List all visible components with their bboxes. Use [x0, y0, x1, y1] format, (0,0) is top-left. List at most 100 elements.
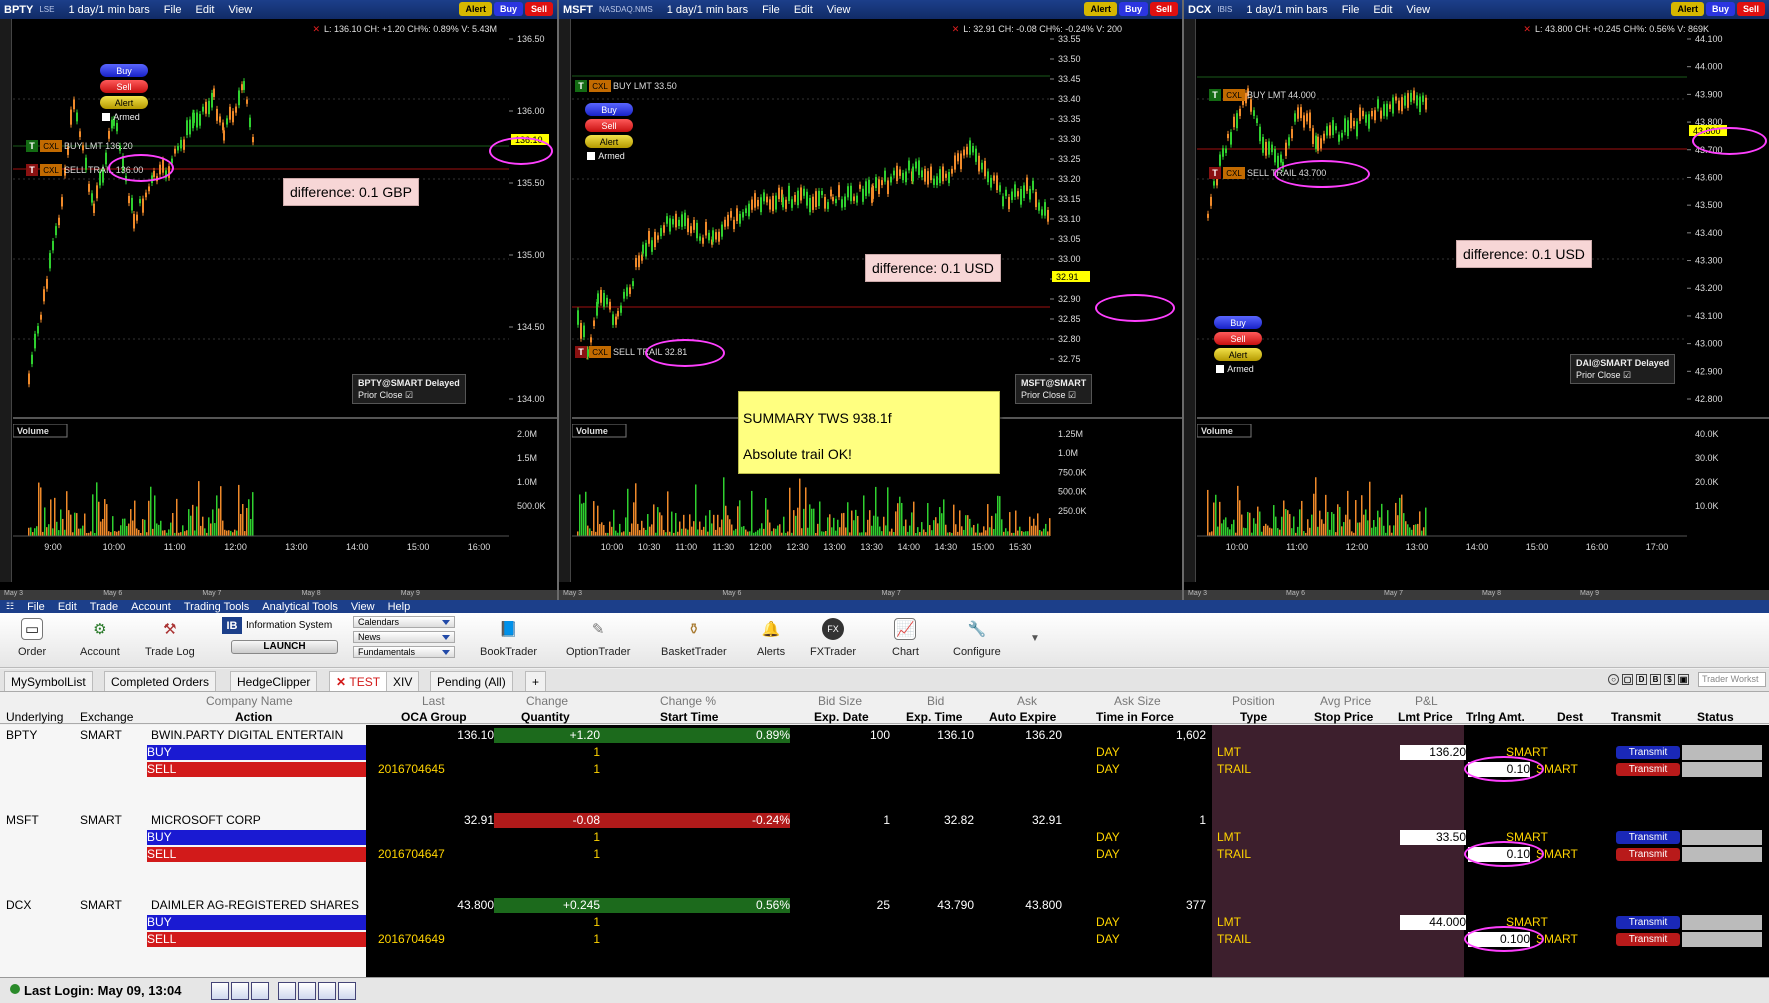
row-company-name[interactable]: BWIN.PARTY DIGITAL ENTERTAIN — [151, 728, 366, 743]
dollar-icon[interactable]: $ — [1664, 674, 1675, 685]
row-sell-dest[interactable]: SMART — [1536, 762, 1596, 777]
armed-checkbox[interactable]: Armed — [587, 151, 625, 161]
armed-checkbox[interactable]: Armed — [1216, 364, 1254, 374]
detach-icon[interactable]: D — [1636, 674, 1647, 685]
menu-trade[interactable]: Trade — [90, 601, 118, 613]
menu-help[interactable]: Help — [388, 601, 411, 613]
row-bid[interactable]: 32.82 — [890, 813, 974, 828]
layout-icon[interactable] — [251, 982, 269, 1000]
row-action-buy[interactable]: BUY — [147, 830, 366, 845]
row-sell-type[interactable]: TRAIL — [1217, 762, 1307, 777]
col-change[interactable]: Change — [526, 694, 568, 708]
row-sell-status[interactable] — [1682, 762, 1762, 777]
row-change-pct[interactable]: 0.89% — [600, 728, 790, 743]
row-sell-tif[interactable]: DAY — [1096, 932, 1206, 947]
panel-alert-button[interactable]: Alert — [1214, 348, 1262, 361]
chart-vertical-scrollbar[interactable] — [1184, 19, 1196, 582]
chart-period-dropdown[interactable]: 1 day/1 min bars — [68, 4, 149, 16]
save-icon[interactable]: ▣ — [1678, 674, 1689, 685]
layout-icon[interactable] — [211, 982, 229, 1000]
row-action-sell[interactable]: SELL — [147, 847, 366, 862]
row-exchange[interactable]: SMART — [80, 813, 150, 828]
panel-sell-button[interactable]: Sell — [100, 80, 148, 93]
col-quantity[interactable]: Quantity — [521, 710, 570, 724]
date-strip[interactable]: May 3 May 6 May 7 — [559, 590, 1182, 600]
row-buy-status[interactable] — [1682, 915, 1762, 930]
col-exp-time[interactable]: Exp. Time — [906, 710, 962, 724]
fundamentals-dropdown[interactable]: Fundamentals — [353, 646, 455, 658]
row-action-buy[interactable]: BUY — [147, 915, 366, 930]
news-dropdown[interactable]: News — [353, 631, 455, 643]
date-strip[interactable]: May 3 May 6 May 7 May 8 May 9 — [1184, 590, 1769, 600]
row-sell-type[interactable]: TRAIL — [1217, 932, 1307, 947]
row-buy-transmit[interactable]: Transmit — [1616, 831, 1680, 844]
col-exp-date[interactable]: Exp. Date — [814, 710, 869, 724]
chart-menu-edit[interactable]: Edit — [794, 4, 813, 16]
menu-edit[interactable]: Edit — [58, 601, 77, 613]
row-change[interactable]: -0.08 — [494, 813, 600, 828]
chart-sell-button[interactable]: Sell — [524, 2, 553, 16]
price-chart[interactable]: 136.50136.00135.50135.00134.50134.00136.… — [13, 19, 557, 419]
panel-buy-button[interactable]: Buy — [585, 103, 633, 116]
row-sell-quantity[interactable]: 1 — [500, 847, 600, 862]
row-change[interactable]: +0.245 — [494, 898, 600, 913]
row-ask-size[interactable]: 1,602 — [1062, 728, 1206, 743]
row-sell-transmit[interactable]: Transmit — [1616, 763, 1680, 776]
chart-menu-view[interactable]: View — [1406, 4, 1430, 16]
row-ask-size[interactable]: 377 — [1062, 898, 1206, 913]
row-sell-oca-group[interactable]: 2016704647 — [378, 847, 488, 862]
col-ask-size[interactable]: Ask Size — [1114, 694, 1161, 708]
row-sell-transmit[interactable]: Transmit — [1616, 933, 1680, 946]
col-status[interactable]: Status — [1697, 710, 1734, 724]
chart-sell-button[interactable]: Sell — [1149, 2, 1178, 16]
col-pnl[interactable]: P&L — [1415, 694, 1438, 708]
information-system[interactable]: IB Information System — [222, 617, 332, 634]
chart-menu-file[interactable]: File — [164, 4, 182, 16]
row-bid[interactable]: 136.10 — [890, 728, 974, 743]
chart-menu-file[interactable]: File — [1342, 4, 1360, 16]
row-buy-transmit[interactable]: Transmit — [1616, 916, 1680, 929]
col-type[interactable]: Type — [1240, 710, 1267, 724]
row-sell-status[interactable] — [1682, 932, 1762, 947]
col-oca-group[interactable]: OCA Group — [401, 710, 467, 724]
col-bid[interactable]: Bid — [927, 694, 944, 708]
fxtrader-button[interactable]: FX FXTrader — [810, 618, 856, 658]
row-ask[interactable]: 136.20 — [974, 728, 1062, 743]
chart-menu-file[interactable]: File — [762, 4, 780, 16]
row-sell-tif[interactable]: DAY — [1096, 762, 1206, 777]
row-bid-size[interactable]: 100 — [800, 728, 890, 743]
col-lmt-price[interactable]: Lmt Price — [1398, 710, 1453, 724]
search-input[interactable]: Trader Workst — [1698, 672, 1766, 687]
col-company-name[interactable]: Company Name — [206, 694, 293, 708]
row-change-pct[interactable]: 0.56% — [600, 898, 790, 913]
col-action[interactable]: Action — [235, 710, 272, 724]
row-ask[interactable]: 43.800 — [974, 898, 1062, 913]
menu-view[interactable]: View — [351, 601, 375, 613]
chart-layout-icon[interactable] — [278, 982, 296, 1000]
settings-icon[interactable]: ○ — [1608, 674, 1619, 685]
chart-symbol[interactable]: DCX — [1188, 4, 1211, 16]
booktrader-button[interactable]: 📘 BookTrader — [480, 618, 537, 658]
col-bid-size[interactable]: Bid Size — [818, 694, 862, 708]
panel-alert-button[interactable]: Alert — [585, 135, 633, 148]
toolbar-overflow-icon[interactable]: ▼ — [1030, 633, 1040, 644]
tab-xiv[interactable]: XIV — [386, 671, 420, 691]
row-sell-transmit[interactable]: Transmit — [1616, 848, 1680, 861]
optiontrader-button[interactable]: ✎ OptionTrader — [566, 618, 630, 658]
row-sell-tif[interactable]: DAY — [1096, 847, 1206, 862]
row-buy-type[interactable]: LMT — [1217, 745, 1307, 760]
tab-completed-orders[interactable]: Completed Orders — [104, 671, 217, 691]
volume-chart[interactable]: Volume 2.0M 1.5M 1.0M 500.0K 9:00 10:00 11:00 12… — [13, 424, 557, 560]
row-sell-quantity[interactable]: 1 — [500, 762, 600, 777]
row-action-sell[interactable]: SELL — [147, 932, 366, 947]
chart-buy-button[interactable]: Buy — [493, 2, 523, 16]
row-action-buy[interactable]: BUY — [147, 745, 366, 760]
col-change-pct[interactable]: Change % — [660, 694, 716, 708]
chart-buy-button[interactable]: Buy — [1705, 2, 1735, 16]
col-avg-price[interactable]: Avg Price — [1320, 694, 1371, 708]
configure-button[interactable]: 🔧 Configure — [953, 618, 1001, 658]
row-buy-type[interactable]: LMT — [1217, 915, 1307, 930]
order-button[interactable]: ▭ Order — [18, 618, 46, 658]
menu-file[interactable]: File — [27, 601, 45, 613]
row-buy-quantity[interactable]: 1 — [500, 830, 600, 845]
